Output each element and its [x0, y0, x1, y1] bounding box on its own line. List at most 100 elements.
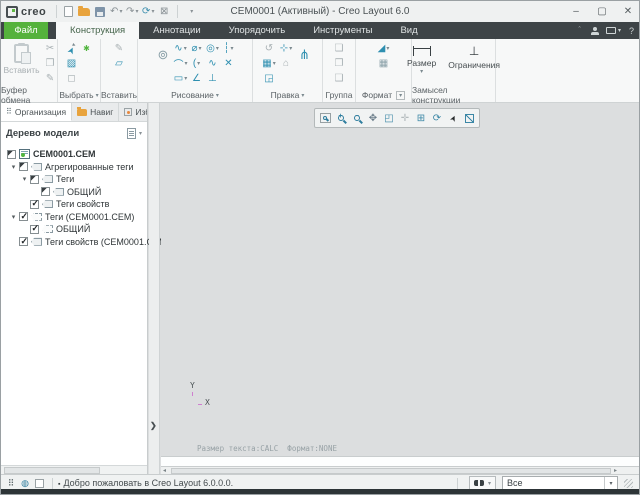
new-file-button[interactable]: [61, 4, 75, 19]
filter-combobox[interactable]: Все ▾: [502, 476, 618, 490]
checkbox-checked-icon[interactable]: [19, 212, 28, 221]
cut-icon[interactable]: ✂: [43, 41, 58, 56]
use-edge-icon[interactable]: ⊚: [154, 41, 172, 69]
group-label-select[interactable]: Выбрать: [59, 90, 93, 100]
close-window-button[interactable]: ⊠: [157, 4, 171, 19]
chamfer-icon[interactable]: ∠: [189, 71, 204, 86]
undo-dropdown-icon[interactable]: ▾: [119, 8, 122, 15]
copy-icon[interactable]: ❐: [43, 56, 58, 71]
tab-favorites[interactable]: Избр: [119, 103, 147, 121]
origin-button[interactable]: ✛: [397, 110, 413, 127]
minimize-button[interactable]: –: [569, 6, 583, 17]
spline-icon[interactable]: ∿: [173, 41, 188, 56]
tab-tools[interactable]: Инструменты: [299, 22, 386, 39]
edit-selection-button[interactable]: [461, 110, 477, 127]
checkbox-checked-icon[interactable]: [19, 237, 28, 246]
tab-file[interactable]: Файл: [4, 22, 48, 39]
pan-button[interactable]: ✥: [365, 110, 381, 127]
pattern-icon[interactable]: ▦: [262, 56, 277, 71]
scale-icon[interactable]: ◲: [262, 71, 277, 86]
arc-icon[interactable]: ⌒: [173, 56, 188, 71]
conic-arc-icon[interactable]: (: [189, 56, 204, 71]
canvas-horizontal-scrollbar[interactable]: ◂ ▸: [161, 466, 639, 474]
browser-toggle-icon[interactable]: ◍: [18, 478, 32, 489]
checkbox-partial-icon[interactable]: [7, 150, 16, 159]
rotate-icon[interactable]: ↺: [262, 41, 277, 56]
tab-organize[interactable]: Упорядочить: [215, 22, 300, 39]
regenerate-dropdown-icon[interactable]: ▾: [151, 8, 154, 15]
tree-item-tags[interactable]: ▾ Теги: [1, 173, 147, 186]
mirror-icon[interactable]: ⌂: [279, 56, 294, 71]
undo-button[interactable]: ↶▾: [109, 4, 123, 19]
close-button[interactable]: ✕: [621, 6, 635, 17]
screen-settings-button[interactable]: ▾: [606, 27, 621, 34]
group-icon[interactable]: ❏: [332, 41, 347, 56]
select-mode-button[interactable]: ➤: [445, 110, 461, 127]
tab-organization[interactable]: ⠿ Организация: [1, 103, 72, 121]
paste-button[interactable]: Вставить: [0, 41, 42, 76]
zoom-out-button[interactable]: [349, 110, 365, 127]
select-previous-icon[interactable]: ◻: [64, 71, 79, 86]
tree-item-common-cem[interactable]: ОБЩИЙ: [1, 223, 147, 236]
redo-button[interactable]: ↷▾: [125, 4, 139, 19]
tab-design[interactable]: Конструкция: [56, 22, 139, 39]
line-style-icon[interactable]: ◢: [376, 41, 391, 56]
customize-qat-button[interactable]: ▾: [184, 4, 198, 19]
expander-icon[interactable]: ▾: [8, 213, 19, 221]
panel-horizontal-scrollbar[interactable]: [1, 465, 147, 474]
zoom-selected-button[interactable]: ⊞: [413, 110, 429, 127]
panel-splitter[interactable]: ❯: [149, 103, 160, 474]
tab-navigator[interactable]: Навиг: [72, 103, 119, 121]
insert-annotation-icon[interactable]: ✎: [112, 41, 127, 56]
centerline-icon[interactable]: ┆: [221, 41, 236, 56]
open-file-button[interactable]: [77, 4, 91, 19]
zoom-in-button[interactable]: [333, 110, 349, 127]
tree-item-common[interactable]: ОБЩИЙ: [1, 186, 147, 199]
search-button[interactable]: ▾: [469, 476, 496, 490]
collapse-panel-icon[interactable]: ❯: [150, 421, 157, 430]
ellipse-icon[interactable]: ◎: [205, 41, 220, 56]
tree-item-property-tags[interactable]: Теги свойств: [1, 198, 147, 211]
smart-select-icon[interactable]: ✱: [79, 41, 94, 56]
hatch-icon[interactable]: ▦: [376, 56, 391, 71]
tab-view[interactable]: Вид: [386, 22, 431, 39]
regroup-icon[interactable]: ❑: [332, 71, 347, 86]
model-tree-toggle-icon[interactable]: ⠿: [4, 478, 18, 489]
move-icon[interactable]: ⊹: [279, 41, 294, 56]
group-label-draw[interactable]: Рисование: [171, 90, 214, 100]
constraints-button[interactable]: ⊥ Ограничения: [445, 41, 503, 71]
regenerate-button[interactable]: ⟳▾: [141, 4, 155, 19]
tree-settings-button[interactable]: ▾: [127, 128, 142, 139]
refit-button[interactable]: ◰: [381, 110, 397, 127]
filter-dropdown-icon[interactable]: ▾: [604, 477, 617, 489]
tab-annotations[interactable]: Аннотации: [139, 22, 215, 39]
save-button[interactable]: [93, 4, 107, 19]
zoom-window-button[interactable]: [317, 110, 333, 127]
expander-icon[interactable]: ▾: [19, 175, 30, 183]
user-search-icon[interactable]: [591, 27, 598, 34]
point-icon[interactable]: ✕: [221, 56, 236, 71]
tree-item-root[interactable]: CEM0001.CEM: [1, 148, 147, 161]
dimension-button[interactable]: Размер: [404, 41, 439, 76]
redo-dropdown-icon[interactable]: ▾: [135, 8, 138, 15]
ungroup-icon[interactable]: ❐: [332, 56, 347, 71]
tree-item-aggregated-tags[interactable]: ▾ Агрегированные теги: [1, 161, 147, 174]
checkbox-partial-icon[interactable]: [19, 162, 28, 171]
tree-item-property-tags-cem[interactable]: Теги свойств (CEM0001.CEM): [1, 236, 147, 249]
tree-item-tags-cem[interactable]: ▾ Теги (CEM0001.CEM): [1, 211, 147, 224]
drawing-canvas[interactable]: ✥ ◰ ✛ ⊞ ⟳ ➤ Y X Размер текста:CALC Форма…: [161, 103, 639, 456]
checkbox-partial-icon[interactable]: [41, 187, 50, 196]
checkbox-checked-icon[interactable]: [30, 200, 39, 209]
checkbox-checked-icon[interactable]: [30, 225, 39, 234]
panel-toggle-icon[interactable]: [35, 479, 44, 488]
update-view-button[interactable]: ⟳: [429, 110, 445, 127]
help-icon[interactable]: ?: [629, 26, 634, 36]
checkbox-partial-icon[interactable]: [30, 175, 39, 184]
group-label-edit[interactable]: Правка: [271, 90, 300, 100]
scrollbar-thumb[interactable]: [4, 467, 100, 474]
insert-block-icon[interactable]: ▱: [112, 56, 127, 71]
spline-through-points-icon[interactable]: ∿: [205, 56, 220, 71]
format-dialog-launcher[interactable]: ▾: [396, 91, 405, 100]
coordinate-system-icon[interactable]: ⊥: [205, 71, 220, 86]
resize-grip[interactable]: [624, 479, 633, 488]
